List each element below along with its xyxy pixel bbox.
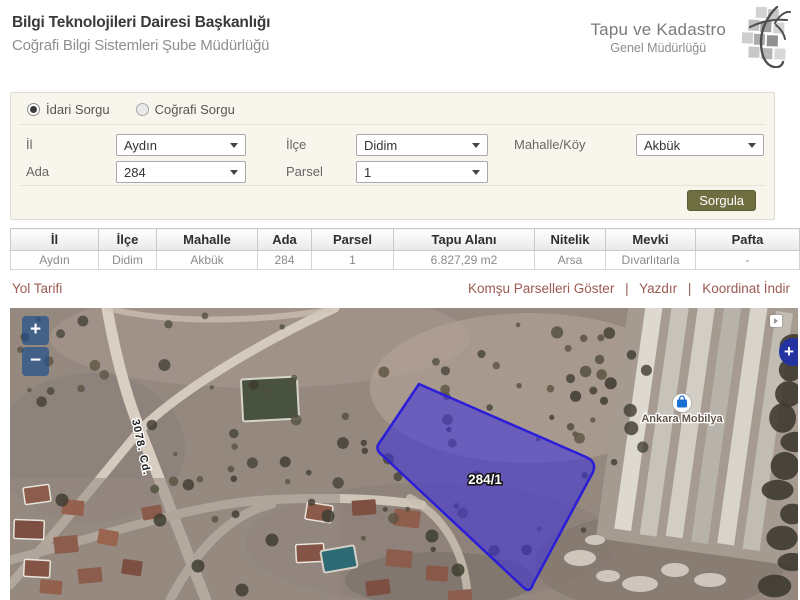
col-il: İl — [11, 229, 99, 251]
parcel-number-label: 284/1 — [468, 472, 502, 487]
org-text: Tapu ve Kadastro Genel Müdürlüğü — [590, 20, 726, 55]
panel-divider-bottom — [19, 185, 766, 186]
komsu-parselleri-link[interactable]: Komşu Parselleri Göster — [468, 281, 614, 296]
chevron-down-icon — [472, 143, 480, 148]
org-block: Tapu ve Kadastro Genel Müdürlüğü — [590, 6, 792, 68]
il-select[interactable]: Aydın — [116, 134, 246, 156]
links-separator: | — [625, 281, 629, 296]
col-nitelik: Nitelik — [535, 229, 606, 251]
sorgula-button[interactable]: Sorgula — [687, 190, 756, 211]
cell-tapu-alani: 6.827,29 m2 — [394, 251, 535, 270]
cell-ada: 284 — [258, 251, 312, 270]
query-panel: İdari Sorgu Coğrafi Sorgu İl Aydın İlçe … — [10, 92, 775, 220]
radio-cografi-sorgu[interactable]: Coğrafi Sorgu — [136, 102, 235, 117]
right-links: Komşu Parselleri Göster | Yazdır | Koord… — [468, 281, 790, 296]
mahalle-label: Mahalle/Köy — [514, 134, 586, 156]
chevron-down-icon — [230, 170, 238, 175]
radio-cografi-label: Coğrafi Sorgu — [155, 102, 235, 117]
ada-value: 284 — [124, 165, 146, 180]
col-ilce: İlçe — [99, 229, 157, 251]
cell-pafta: - — [696, 251, 800, 270]
department-block: Bilgi Teknolojileri Dairesi Başkanlığı C… — [12, 14, 270, 54]
satellite-map: 3078. Cd. 284/1 Ankara Mobilya — [10, 308, 798, 600]
links-separator: | — [688, 281, 692, 296]
result-table: İl İlçe Mahalle Ada Parsel Tapu Alanı Ni… — [10, 228, 800, 270]
chevron-down-icon — [472, 170, 480, 175]
col-parsel: Parsel — [312, 229, 394, 251]
org-subname: Genel Müdürlüğü — [590, 41, 726, 55]
ilce-label: İlçe — [286, 134, 306, 156]
shopping-bag-icon — [677, 400, 687, 408]
col-mevki: Mevki — [606, 229, 696, 251]
parsel-label: Parsel — [286, 161, 323, 183]
cell-mahalle: Akbük — [157, 251, 258, 270]
radio-selected-icon — [27, 103, 40, 116]
org-name: Tapu ve Kadastro — [590, 20, 726, 40]
map-zoom-controls: + − — [22, 316, 49, 378]
cell-mevki: Dıvarlıtarla — [606, 251, 696, 270]
yol-tarifi-link[interactable]: Yol Tarifi — [12, 281, 62, 296]
col-pafta: Pafta — [696, 229, 800, 251]
radio-idari-sorgu[interactable]: İdari Sorgu — [27, 102, 110, 117]
zoom-out-button[interactable]: − — [22, 347, 49, 376]
cell-ilce: Didim — [99, 251, 157, 270]
zoom-in-button[interactable]: + — [22, 316, 49, 345]
radio-unselected-icon — [136, 103, 149, 116]
cell-nitelik: Arsa — [535, 251, 606, 270]
col-tapu-alani: Tapu Alanı — [394, 229, 535, 251]
ilce-select[interactable]: Didim — [356, 134, 488, 156]
attribution-toggle[interactable] — [770, 315, 782, 327]
yazdir-link[interactable]: Yazdır — [639, 281, 677, 296]
chevron-down-icon — [230, 143, 238, 148]
col-mahalle: Mahalle — [157, 229, 258, 251]
swimming-pool — [320, 545, 357, 573]
tkgm-logo-icon — [734, 6, 792, 68]
warehouse-complex — [596, 308, 798, 568]
ada-label: Ada — [26, 161, 49, 183]
actions-row: Yol Tarifi Komşu Parselleri Göster | Yaz… — [12, 281, 790, 296]
panel-divider-top — [19, 124, 766, 125]
il-value: Aydın — [124, 138, 157, 153]
parcel-query-page: Bilgi Teknolojileri Dairesi Başkanlığı C… — [0, 0, 800, 600]
cell-parsel: 1 — [312, 251, 394, 270]
chevron-down-icon — [748, 143, 756, 148]
parsel-select[interactable]: 1 — [356, 161, 488, 183]
plus-icon: + — [784, 342, 794, 361]
poi-label: Ankara Mobilya — [641, 413, 723, 425]
il-label: İl — [26, 134, 33, 156]
table-header-row: İl İlçe Mahalle Ada Parsel Tapu Alanı Ni… — [11, 229, 800, 251]
poi-marker[interactable] — [673, 394, 692, 413]
page-subtitle: Coğrafi Bilgi Sistemleri Şube Müdürlüğü — [12, 37, 270, 54]
cell-il: Aydın — [11, 251, 99, 270]
parsel-value: 1 — [364, 165, 371, 180]
query-mode-radios: İdari Sorgu Coğrafi Sorgu — [27, 102, 235, 117]
col-ada: Ada — [258, 229, 312, 251]
ilce-value: Didim — [364, 138, 397, 153]
mahalle-select[interactable]: Akbük — [636, 134, 764, 156]
koordinat-indir-link[interactable]: Koordinat İndir — [702, 281, 790, 296]
page-title: Bilgi Teknolojileri Dairesi Başkanlığı — [12, 14, 270, 32]
table-row: Aydın Didim Akbük 284 1 6.827,29 m2 Arsa… — [11, 251, 800, 270]
mahalle-value: Akbük — [644, 138, 680, 153]
ada-select[interactable]: 284 — [116, 161, 246, 183]
radio-idari-label: İdari Sorgu — [46, 102, 110, 117]
map-container[interactable]: 3078. Cd. 284/1 Ankara Mobilya + − + — [10, 308, 798, 600]
